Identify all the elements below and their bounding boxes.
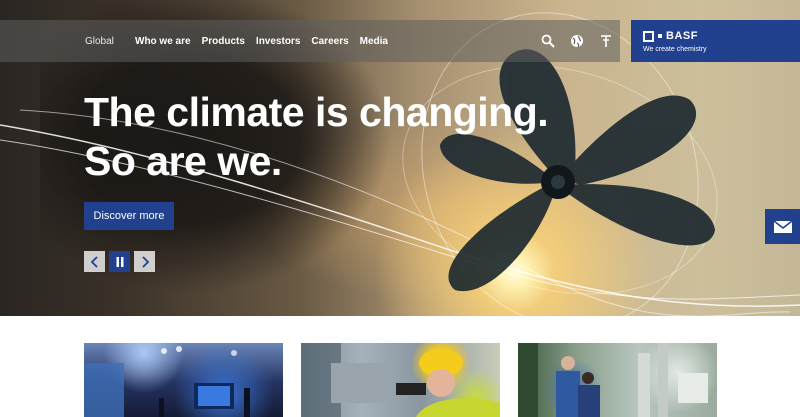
pause-icon: [116, 256, 123, 267]
pause-button[interactable]: [109, 251, 130, 272]
nav-link-investors[interactable]: Investors: [256, 36, 300, 47]
next-icon: [141, 255, 149, 268]
headline-line-2: So are we.: [84, 138, 282, 184]
lab-technicians-image: [518, 343, 708, 417]
prev-slide-button[interactable]: [84, 251, 105, 272]
nav-link-careers[interactable]: Careers: [311, 36, 348, 47]
hero-headline: The climate is changing. So are we.: [84, 88, 644, 186]
next-slide-button[interactable]: [134, 251, 155, 272]
nav-link-media[interactable]: Media: [360, 36, 388, 47]
hero-banner: Global Who we are Products Investors Car…: [0, 0, 800, 316]
brand-logo[interactable]: BASF We create chemistry: [631, 20, 800, 62]
nav-utility-icons: [540, 33, 614, 49]
conference-stage-image: [84, 346, 250, 417]
nav-link-who-we-are[interactable]: Who we are: [135, 36, 191, 47]
bookmark-icon[interactable]: [598, 33, 614, 49]
teaser-card-1[interactable]: [84, 343, 283, 417]
teaser-card-3[interactable]: [518, 343, 717, 417]
globe-icon[interactable]: [569, 33, 585, 49]
discover-more-button[interactable]: Discover more: [84, 202, 174, 230]
worker-hardhat-image: [301, 343, 500, 417]
teaser-cards: [84, 343, 717, 417]
region-selector[interactable]: Global: [85, 36, 114, 47]
logo-mark: BASF: [643, 30, 698, 42]
teaser-card-2[interactable]: [301, 343, 500, 417]
prev-icon: [90, 255, 98, 268]
logo-text: BASF: [666, 30, 698, 42]
slider-controls: [84, 251, 155, 272]
nav-link-products[interactable]: Products: [202, 36, 245, 47]
logo-square-icon: [643, 30, 654, 42]
contact-button[interactable]: [765, 209, 800, 244]
brand-tagline: We create chemistry: [643, 46, 707, 53]
main-nav-links: Who we are Products Investors Careers Me…: [135, 36, 388, 47]
top-navigation: Global Who we are Products Investors Car…: [0, 20, 620, 62]
search-icon[interactable]: [540, 33, 556, 49]
mail-icon: [773, 219, 792, 233]
headline-line-1: The climate is changing.: [84, 89, 549, 135]
logo-dot-icon: [658, 34, 662, 38]
